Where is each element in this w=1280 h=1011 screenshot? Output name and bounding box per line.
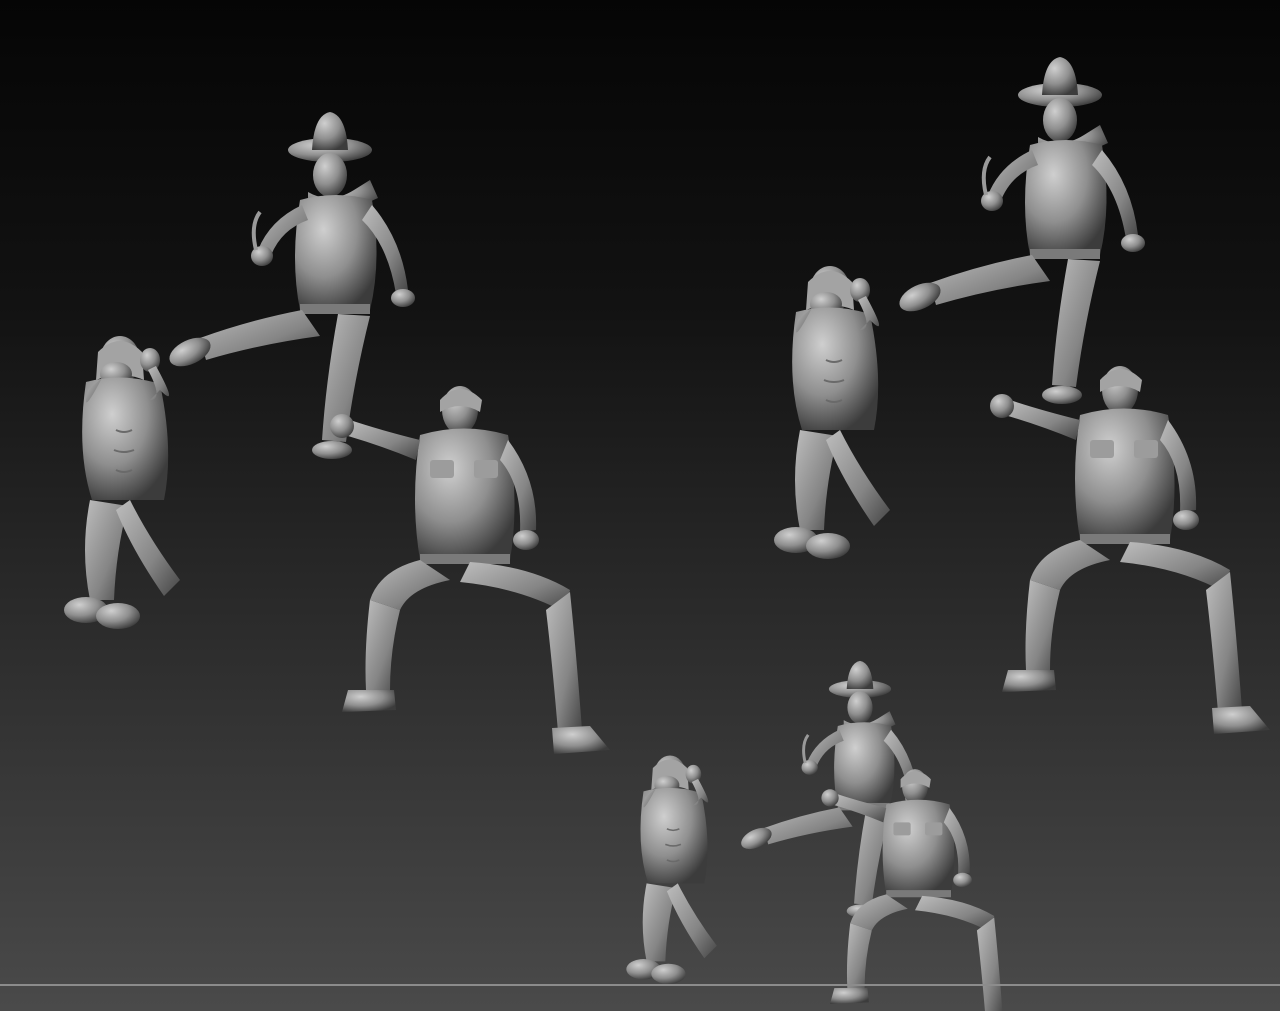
bandana-figure-left	[63, 335, 181, 630]
floor-line	[0, 984, 1280, 986]
bandana-figure-bottom	[625, 754, 718, 985]
hat-figure-right	[892, 55, 1147, 406]
group-right	[773, 55, 1270, 734]
group-left	[63, 110, 610, 754]
sculpt-viewport	[0, 0, 1280, 1011]
figure-render-scene	[63, 55, 1270, 1011]
bandana-figure-right	[773, 265, 891, 560]
sitting-figure-bottom	[821, 769, 1023, 1011]
group-bottom	[625, 659, 1023, 1011]
hat-figure-left	[162, 110, 417, 461]
sitting-figure-left	[330, 386, 610, 754]
sitting-figure-right	[990, 366, 1270, 734]
